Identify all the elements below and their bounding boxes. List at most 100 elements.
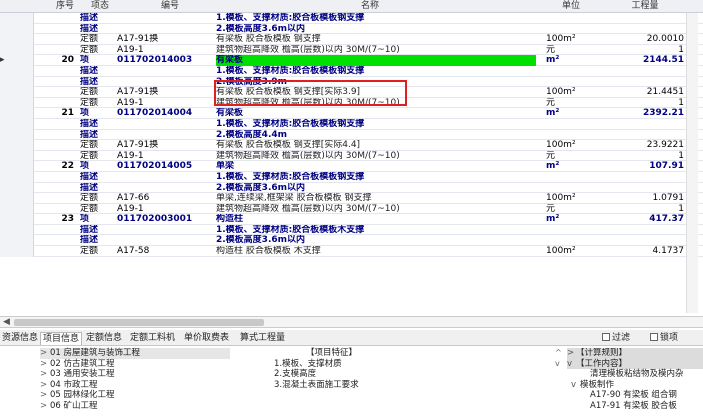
row-code[interactable] bbox=[117, 24, 207, 35]
row-quantity[interactable]: 4.1737 bbox=[600, 246, 686, 257]
row-category[interactable]: 定额 bbox=[80, 246, 112, 257]
row-category[interactable]: 描述 bbox=[80, 24, 112, 35]
row-category[interactable]: 描述 bbox=[80, 130, 112, 141]
filter-checkbox[interactable]: 过滤 bbox=[602, 332, 630, 344]
row-unit[interactable]: m² bbox=[546, 108, 596, 119]
row-code[interactable] bbox=[117, 172, 207, 183]
row-category[interactable]: 描述 bbox=[80, 235, 112, 246]
rule-tree-item[interactable]: 清理模板粘结物及模内杂 bbox=[567, 369, 703, 380]
row-quantity[interactable]: 20.0010 bbox=[600, 34, 686, 45]
bill-item-row[interactable]: 23 项 011702003001 构造柱 m² 417.37 bbox=[0, 214, 703, 225]
row-unit[interactable]: 元 bbox=[546, 151, 596, 162]
row-name[interactable]: 1.模板、支撑材质:胶合板模板钢支撑 bbox=[216, 66, 536, 77]
row-category[interactable]: 定额 bbox=[80, 98, 112, 109]
row-code[interactable]: A17-66 bbox=[117, 193, 207, 204]
row-unit[interactable] bbox=[546, 24, 596, 35]
tab-quota-info[interactable]: 定额信息 bbox=[86, 332, 122, 345]
row-name[interactable]: 2.模板高度4.4m bbox=[216, 130, 536, 141]
quota-row[interactable]: 定额 A19-1 建筑物超高降效 檐高(层数)以内 30M/(7~10) 元 1 bbox=[0, 150, 703, 162]
row-seq-number[interactable] bbox=[34, 204, 76, 215]
description-row[interactable]: 描述 1.模板、支撑材质:胶合板模板木支撑 bbox=[0, 224, 703, 236]
row-quantity[interactable] bbox=[600, 66, 686, 77]
tree-item[interactable]: >03 通用安装工程 bbox=[40, 369, 230, 380]
row-seq-number[interactable] bbox=[34, 34, 76, 45]
lock-item-checkbox[interactable]: 锁项 bbox=[650, 332, 678, 344]
row-code[interactable]: 011702003001 bbox=[117, 214, 207, 225]
scrollbar-thumb[interactable] bbox=[14, 319, 264, 326]
scroll-down-arrow-icon[interactable]: v bbox=[555, 359, 560, 368]
row-category[interactable]: 项 bbox=[80, 214, 112, 225]
row-quantity[interactable]: 417.37 bbox=[600, 214, 686, 225]
row-category[interactable]: 描述 bbox=[80, 183, 112, 194]
row-category[interactable]: 项 bbox=[80, 108, 112, 119]
row-unit[interactable]: 100m² bbox=[546, 140, 596, 151]
row-name[interactable]: 1.模板、支撑材质:胶合板模板钢支撑 bbox=[216, 13, 536, 24]
row-quantity[interactable]: 1.0791 bbox=[600, 193, 686, 204]
row-category[interactable]: 定额 bbox=[80, 45, 112, 56]
expand-arrow-icon[interactable]: > bbox=[40, 390, 50, 401]
row-quantity[interactable] bbox=[600, 77, 686, 88]
row-name[interactable]: 建筑物超高降效 檐高(层数)以内 30M/(7~10) bbox=[216, 151, 536, 162]
rule-tree-item[interactable]: v 【工作内容】 bbox=[567, 358, 703, 369]
rule-expand-arrow-icon[interactable]: > bbox=[567, 348, 576, 359]
rule-tree-item[interactable]: v 模板制作 bbox=[567, 380, 703, 391]
row-name[interactable]: 单梁 bbox=[216, 161, 536, 172]
row-seq-number[interactable] bbox=[34, 193, 76, 204]
row-category[interactable]: 描述 bbox=[80, 66, 112, 77]
row-category[interactable]: 定额 bbox=[80, 193, 112, 204]
row-quantity[interactable] bbox=[600, 119, 686, 130]
row-unit[interactable]: 元 bbox=[546, 98, 596, 109]
row-name[interactable]: 2.模板高度3.6m以内 bbox=[216, 183, 536, 194]
row-unit[interactable] bbox=[546, 130, 596, 141]
bill-item-row[interactable]: 21 项 011702014004 有梁板 m² 2392.21 bbox=[0, 108, 703, 119]
quota-row[interactable]: 定额 A17-58 构造柱 胶合板模板 木支撑 100m² 4.1737 bbox=[0, 246, 703, 257]
bill-item-row[interactable]: ▸ 20 项 011702014003 有梁板 m² 2144.51 bbox=[0, 55, 703, 66]
row-name[interactable]: 2.模板高度3.6m以内 bbox=[216, 24, 536, 35]
row-quantity[interactable]: 107.91 bbox=[600, 161, 686, 172]
row-code[interactable]: 011702014003 bbox=[117, 55, 207, 66]
row-quantity[interactable] bbox=[600, 24, 686, 35]
expand-arrow-icon[interactable]: > bbox=[40, 369, 50, 380]
row-name[interactable]: 有梁板 bbox=[216, 55, 536, 66]
row-unit[interactable]: 100m² bbox=[546, 193, 596, 204]
row-seq-number[interactable] bbox=[34, 87, 76, 98]
row-name[interactable]: 单梁,连续梁,框架梁 胶合板模板 钢支撑 bbox=[216, 193, 536, 204]
row-name[interactable]: 1.模板、支撑材质:胶合板模板钢支撑 bbox=[216, 119, 536, 130]
grid-horizontal-scrollbar[interactable]: ◀ bbox=[0, 316, 703, 328]
row-quantity[interactable] bbox=[600, 172, 686, 183]
row-code[interactable]: 011702014005 bbox=[117, 161, 207, 172]
row-code[interactable]: A17-91换 bbox=[117, 87, 207, 98]
tree-item[interactable]: >02 仿古建筑工程 bbox=[40, 359, 230, 370]
row-category[interactable]: 项 bbox=[80, 55, 112, 66]
header-code[interactable]: 编号 bbox=[140, 0, 200, 13]
row-quantity[interactable] bbox=[600, 130, 686, 141]
row-code[interactable] bbox=[117, 77, 207, 88]
row-unit[interactable] bbox=[546, 225, 596, 236]
row-quantity[interactable]: 23.9221 bbox=[600, 140, 686, 151]
row-unit[interactable] bbox=[546, 77, 596, 88]
description-row[interactable]: 描述 2.模板高度4.4m bbox=[0, 129, 703, 141]
tab-formula-quantity[interactable]: 算式工程量 bbox=[240, 332, 285, 345]
tree-item[interactable]: >05 园林绿化工程 bbox=[40, 390, 230, 401]
row-seq-number[interactable] bbox=[34, 225, 76, 236]
description-row[interactable]: 描述 2.模板高度3.6m以内 bbox=[0, 23, 703, 35]
quota-row[interactable]: 定额 A17-66 单梁,连续梁,框架梁 胶合板模板 钢支撑 100m² 1.0791 bbox=[0, 193, 703, 204]
row-seq-number[interactable]: 20 bbox=[34, 55, 76, 66]
row-code[interactable]: A19-1 bbox=[117, 98, 207, 109]
expand-arrow-icon[interactable]: > bbox=[40, 359, 50, 370]
tab-project-info[interactable]: 项目信息 bbox=[40, 332, 83, 345]
row-quantity[interactable]: 1 bbox=[600, 151, 686, 162]
grid-vertical-scrollbar[interactable] bbox=[686, 13, 698, 313]
row-seq-number[interactable] bbox=[34, 246, 76, 257]
feature-item[interactable]: 1.模板、支撑材质 bbox=[268, 359, 528, 370]
row-code[interactable]: A17-58 bbox=[117, 246, 207, 257]
row-name[interactable]: 有梁板 胶合板模板 钢支撑 bbox=[216, 34, 536, 45]
row-unit[interactable]: 100m² bbox=[546, 246, 596, 257]
row-unit[interactable]: m² bbox=[546, 214, 596, 225]
row-quantity[interactable] bbox=[600, 235, 686, 246]
row-name[interactable]: 有梁板 胶合板模板 钢支撑[实际4.4] bbox=[216, 140, 536, 151]
row-quantity[interactable]: 21.4451 bbox=[600, 87, 686, 98]
description-row[interactable]: 描述 1.模板、支撑材质:胶合板模板钢支撑 bbox=[0, 118, 703, 130]
row-unit[interactable] bbox=[546, 66, 596, 77]
row-category[interactable]: 描述 bbox=[80, 172, 112, 183]
